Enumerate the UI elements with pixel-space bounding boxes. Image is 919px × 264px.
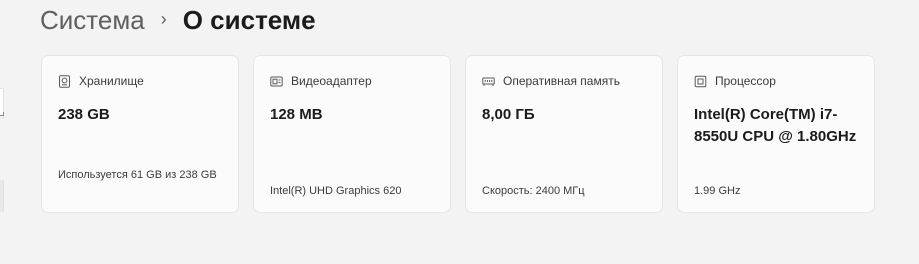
card-value: 238 GB [58,106,110,123]
card-value: 8,00 ГБ [482,106,535,123]
card-label: Видеоадаптер [291,74,372,88]
card-label: Хранилище [79,74,144,88]
card-header: Хранилище [58,74,144,88]
side-panel-indicator [0,112,4,116]
card-header: Оперативная память [482,74,620,88]
card-header: Видеоадаптер [270,74,372,88]
chevron-right-icon: › [160,8,167,29]
processor-icon [694,75,707,88]
card-header: Процессор [694,74,776,88]
card-footer: Intel(R) UHD Graphics 620 [270,185,402,197]
card-footer: Используется 61 GB из 238 GB [58,169,217,181]
card-value: Intel(R) Core(TM) i7-8550U CPU @ 1.80GHz [694,106,857,145]
card-footer: 1.99 GHz [694,185,741,197]
display-adapter-card[interactable]: Видеоадаптер 128 MB Intel(R) UHD Graphic… [253,55,451,213]
display-adapter-icon [270,75,283,88]
breadcrumb: Система › О системе [40,4,316,36]
page-title: О системе [182,4,316,35]
memory-card[interactable]: Оперативная память 8,00 ГБ Скорость: 240… [465,55,663,213]
card-value: 128 MB [270,106,323,123]
memory-icon [482,75,495,88]
card-footer: Скорость: 2400 МГц [482,185,585,197]
storage-icon [58,74,71,88]
breadcrumb-parent-link[interactable]: Система [40,5,145,36]
side-panel-edge-lower [0,180,4,212]
card-label: Процессор [715,74,776,88]
processor-card[interactable]: Процессор Intel(R) Core(TM) i7-8550U CPU… [677,55,875,213]
storage-card[interactable]: Хранилище 238 GB Используется 61 GB из 2… [41,55,239,213]
card-label: Оперативная память [503,74,620,88]
